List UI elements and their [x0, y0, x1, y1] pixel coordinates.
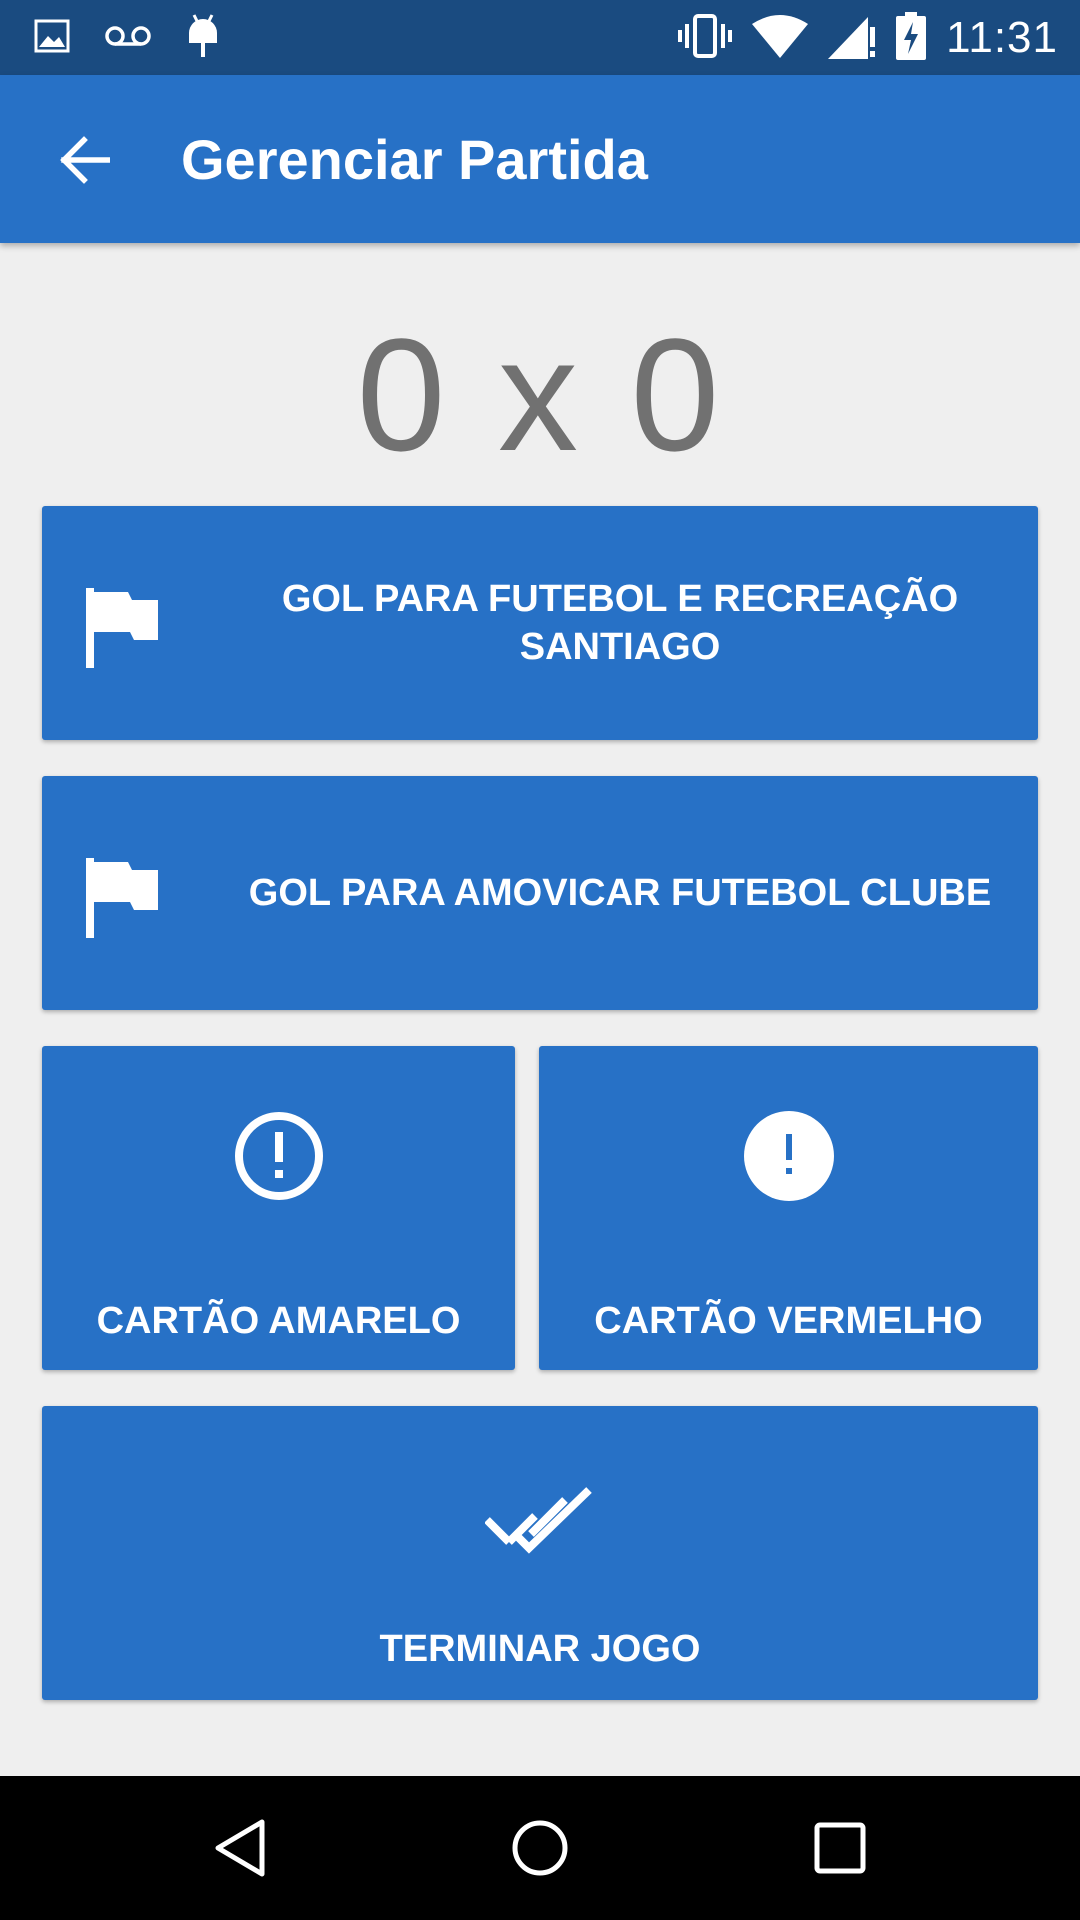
nav-home-button[interactable]	[504, 1812, 576, 1884]
image-icon	[34, 19, 70, 58]
back-button[interactable]	[50, 125, 120, 195]
error-filled-icon	[743, 1111, 834, 1201]
status-bar: 11:31	[0, 0, 1080, 75]
score-separator: x	[498, 305, 582, 484]
goal-home-label: GOL PARA FUTEBOL E RECREAÇÃO SANTIAGO	[281, 578, 959, 668]
done-all-icon	[485, 1487, 592, 1554]
goal-away-label: GOL PARA AMOVICAR FUTEBOL CLUBE	[248, 872, 992, 914]
scoreboard: 0 x 0	[0, 310, 1080, 480]
goal-home-button[interactable]: GOL PARA FUTEBOL E RECREAÇÃO SANTIAGO	[42, 506, 1038, 740]
nav-recents-button[interactable]	[804, 1812, 876, 1884]
red-card-label: CARTÃO VERMELHO	[594, 1300, 983, 1342]
yellow-card-label: CARTÃO AMARELO	[96, 1300, 461, 1342]
status-time: 11:31	[946, 13, 1058, 62]
voicemail-icon	[104, 24, 152, 53]
wifi-icon	[752, 14, 809, 63]
battery-charging-icon	[896, 11, 927, 65]
nav-back-button[interactable]	[204, 1812, 276, 1884]
yellow-card-button[interactable]: CARTÃO AMARELO	[42, 1046, 515, 1370]
nav-recents-icon	[814, 1822, 866, 1874]
nav-back-icon	[215, 1819, 265, 1877]
android-debug-icon	[186, 13, 220, 64]
status-right-icons: 11:31	[678, 10, 1058, 66]
signal-icon	[828, 13, 876, 64]
vibrate-icon	[678, 13, 733, 63]
error-outline-icon	[234, 1112, 323, 1200]
page-title: Gerenciar Partida	[181, 128, 648, 191]
away-score: 0	[630, 305, 724, 484]
nav-home-icon	[512, 1820, 568, 1876]
status-left-icons	[34, 13, 220, 64]
end-game-button[interactable]: TERMINAR JOGO	[42, 1406, 1038, 1700]
flag-icon	[86, 588, 158, 668]
goal-away-button[interactable]: GOL PARA AMOVICAR FUTEBOL CLUBE	[42, 776, 1038, 1010]
navigation-bar	[0, 1776, 1080, 1920]
red-card-button[interactable]: CARTÃO VERMELHO	[539, 1046, 1038, 1370]
end-game-label: TERMINAR JOGO	[379, 1628, 701, 1670]
flag-icon	[86, 858, 158, 938]
arrow-back-icon	[60, 136, 110, 184]
home-score: 0	[356, 305, 450, 484]
app-bar: Gerenciar Partida	[0, 75, 1080, 243]
